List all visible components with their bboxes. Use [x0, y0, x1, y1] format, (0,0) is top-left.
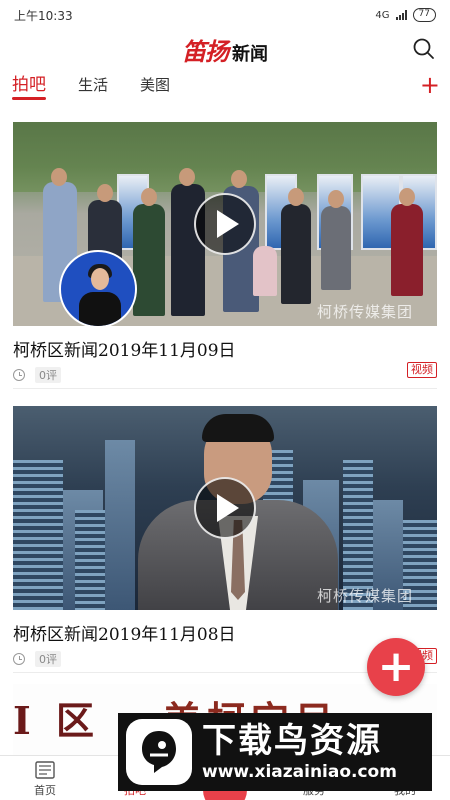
newspaper-icon [35, 761, 55, 779]
divider [13, 388, 437, 389]
status-bar: 上午10:33 4G 77 [0, 0, 450, 30]
app-logo: 笛扬 新闻 [182, 32, 268, 67]
tab-paiba[interactable]: 拍吧 [12, 70, 46, 102]
card-meta: 0评 [13, 366, 437, 384]
card-title[interactable]: 柯桥区新闻2019年11月08日 [13, 620, 437, 645]
search-icon [413, 38, 434, 59]
comment-count: 0评 [35, 367, 61, 383]
plus-icon: + [377, 641, 415, 692]
add-channel-button[interactable]: + [420, 72, 440, 98]
network-label: 4G [375, 9, 390, 21]
status-indicators: 4G 77 [375, 8, 436, 22]
comment-count: 0评 [35, 651, 61, 667]
tab-life[interactable]: 生活 [78, 70, 108, 102]
logo-text: 新闻 [232, 43, 268, 65]
nav-label: 首页 [34, 784, 56, 797]
video-watermark: 柯桥传媒集团 [316, 303, 413, 321]
play-icon[interactable] [194, 477, 256, 539]
bird-logo-icon [126, 719, 192, 785]
ad-banner[interactable]: 下载鸟资源 www.xiazainiao.com [118, 713, 432, 791]
clock-icon [13, 653, 25, 665]
clock-icon [13, 369, 25, 381]
partial-title-left: I 区 [13, 698, 101, 743]
video-watermark: 柯桥传媒集团 [316, 587, 413, 605]
person [391, 204, 423, 296]
ad-url: www.xiazainiao.com [202, 762, 397, 782]
card-title[interactable]: 柯桥区新闻2019年11月09日 [13, 336, 437, 361]
play-icon[interactable] [194, 193, 256, 255]
news-card[interactable]: 柯桥传媒集团 柯桥区新闻2019年11月08日 0评 视频 [13, 406, 437, 668]
video-tag: 视频 [407, 362, 437, 378]
category-tabs: 拍吧 生活 美图 + [0, 70, 450, 102]
ad-title: 下载鸟资源 [202, 721, 382, 761]
person [321, 206, 351, 290]
post-button[interactable]: + [367, 638, 425, 696]
battery-icon: 77 [412, 8, 436, 22]
battery-level: 77 [418, 9, 430, 19]
news-card[interactable]: 柯桥传媒集团 柯桥区新闻2019年11月09日 0评 视频 [13, 122, 437, 384]
child [253, 246, 277, 296]
status-time: 上午10:33 [14, 8, 73, 23]
sign-language-interpreter [59, 250, 137, 326]
video-thumbnail[interactable]: 柯桥传媒集团 [13, 122, 437, 326]
search-button[interactable] [412, 37, 436, 61]
nav-home[interactable]: 首页 [15, 760, 75, 798]
person [281, 204, 311, 304]
person [133, 204, 165, 316]
signal-icon [395, 10, 407, 20]
tab-photos[interactable]: 美图 [140, 70, 170, 102]
app-header: 笛扬 新闻 [0, 30, 450, 68]
logo-brand: 笛扬 [182, 36, 229, 66]
video-thumbnail[interactable]: 柯桥传媒集团 [13, 406, 437, 610]
